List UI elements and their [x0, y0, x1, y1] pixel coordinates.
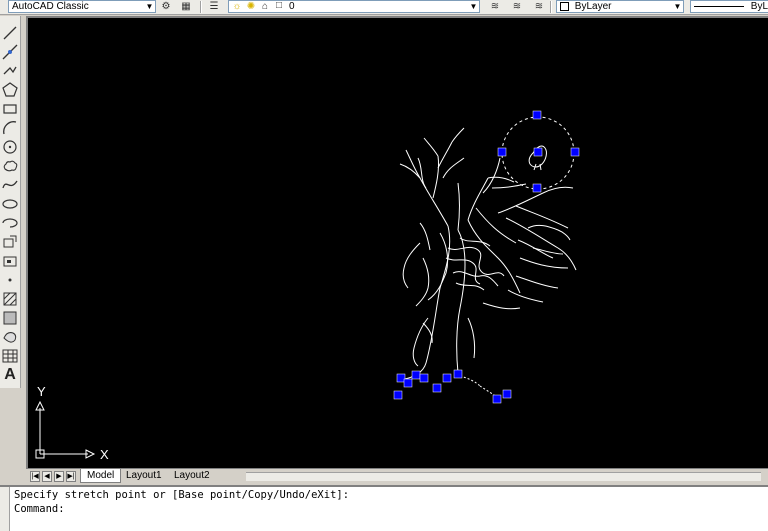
ellipse-arc-icon[interactable]	[1, 214, 19, 232]
layer-states-icon[interactable]: ≋	[533, 1, 545, 13]
color-dropdown[interactable]: ByLayer ▼	[556, 0, 684, 13]
grip-bottom[interactable]	[532, 183, 542, 193]
grip-left[interactable]	[497, 147, 507, 157]
color-swatch-icon	[560, 1, 569, 11]
command-window-grip[interactable]	[0, 487, 10, 531]
workspace-settings-icon[interactable]: ⚙	[160, 1, 172, 13]
layer-properties-icon[interactable]: ☰	[208, 1, 220, 13]
autocad-window: AutoCAD Classic ▼ ⚙ ▦ ☰ ☼ ✺ ⌂ □ 0 ▼ ≋ ≋ …	[0, 0, 768, 531]
model-space-canvas[interactable]: Y X	[26, 16, 768, 468]
revision-cloud-icon[interactable]	[1, 157, 19, 175]
top-toolbar: AutoCAD Classic ▼ ⚙ ▦ ☰ ☼ ✺ ⌂ □ 0 ▼ ≋ ≋ …	[0, 0, 768, 15]
first-tab-icon[interactable]: |◀	[30, 471, 40, 482]
draw-toolbar: A	[0, 16, 21, 388]
color-value: ByLayer	[574, 1, 612, 12]
chevron-down-icon[interactable]: ▼	[144, 1, 155, 12]
insert-block-icon[interactable]	[1, 233, 19, 251]
grip[interactable]	[403, 378, 413, 388]
workspace-value: AutoCAD Classic	[12, 1, 89, 12]
make-block-icon[interactable]	[1, 252, 19, 270]
polyline-icon[interactable]	[1, 62, 19, 80]
grip[interactable]	[502, 389, 512, 399]
construction-line-icon[interactable]	[1, 43, 19, 61]
table-icon[interactable]	[1, 347, 19, 365]
point-icon[interactable]	[1, 271, 19, 289]
chevron-down-icon[interactable]: ▼	[468, 1, 479, 12]
customize-icon[interactable]: ▦	[180, 1, 192, 13]
layout-tab-bar: |◀ ◀ ▶ ▶| Model Layout1 Layout2	[26, 468, 768, 483]
grip[interactable]	[419, 373, 429, 383]
command-prompt[interactable]: Command:	[14, 503, 65, 515]
ucs-y-label: Y	[37, 384, 46, 399]
arc-icon[interactable]	[1, 119, 19, 137]
tab-model[interactable]: Model	[80, 469, 122, 483]
command-history-line: Specify stretch point or [Base point/Cop…	[14, 489, 350, 501]
lock-icon: ⌂	[261, 1, 269, 12]
polyline-grips[interactable]	[393, 369, 512, 404]
grip[interactable]	[453, 369, 463, 379]
command-window[interactable]: Specify stretch point or [Base point/Cop…	[0, 485, 768, 531]
linetype-value: ByL	[750, 1, 768, 12]
grip[interactable]	[442, 373, 452, 383]
ucs-icon	[35, 400, 96, 459]
polygon-icon[interactable]	[1, 81, 19, 99]
last-tab-icon[interactable]: ▶|	[66, 471, 76, 482]
rectangle-icon[interactable]	[1, 100, 19, 118]
gradient-icon[interactable]	[1, 309, 19, 327]
horizontal-scrollbar[interactable]	[246, 472, 761, 481]
sun-freeze-icon: ✺	[246, 1, 256, 12]
grip[interactable]	[411, 370, 421, 380]
previous-tab-icon[interactable]: ◀	[42, 471, 52, 482]
region-icon[interactable]	[1, 328, 19, 346]
grip-top[interactable]	[532, 110, 542, 120]
linetype-dropdown[interactable]: ByL	[690, 0, 768, 13]
grip[interactable]	[432, 383, 442, 393]
tree-drawing[interactable]	[399, 127, 577, 399]
chevron-down-icon[interactable]: ▼	[672, 1, 683, 12]
multiline-text-icon[interactable]: A	[1, 366, 19, 384]
tab-layout1[interactable]: Layout1	[120, 469, 168, 483]
make-current-layer-icon[interactable]: ≋	[489, 1, 501, 13]
toolbar-separator	[200, 1, 202, 13]
tab-layout2[interactable]: Layout2	[168, 469, 216, 483]
grip-right[interactable]	[570, 147, 580, 157]
color-swatch-icon: □	[275, 0, 283, 11]
grip[interactable]	[492, 394, 502, 404]
spline-icon[interactable]	[1, 176, 19, 194]
ucs-x-label: X	[100, 447, 109, 462]
lightbulb-icon: ☼	[232, 1, 242, 12]
next-tab-icon[interactable]: ▶	[54, 471, 64, 482]
circle-icon[interactable]	[1, 138, 19, 156]
current-layer-name: 0	[289, 1, 295, 12]
hatch-icon[interactable]	[1, 290, 19, 308]
toolbar-separator	[550, 1, 552, 13]
line-icon[interactable]	[1, 24, 19, 42]
grip[interactable]	[393, 390, 403, 400]
ellipse-icon[interactable]	[1, 195, 19, 213]
grip-center[interactable]	[533, 147, 543, 157]
linetype-preview	[694, 5, 744, 7]
workspace-dropdown[interactable]: AutoCAD Classic ▼	[8, 0, 156, 13]
layer-previous-icon[interactable]: ≋	[511, 1, 523, 13]
layer-dropdown[interactable]: ☼ ✺ ⌂ □ 0 ▼	[228, 0, 480, 13]
drawing-svg: Y X	[35, 110, 580, 462]
